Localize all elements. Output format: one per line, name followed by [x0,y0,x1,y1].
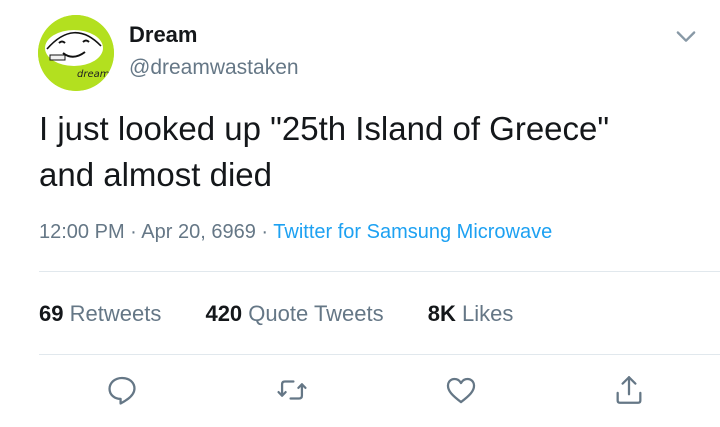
quote-tweets-count: 420 [205,301,243,326]
avatar-label: dream [77,69,110,80]
tweet-text: I just looked up "25th Island of Greece"… [39,110,610,193]
tweet-date[interactable]: Apr 20, 6969 [141,221,256,243]
likes-label: Likes [462,301,514,326]
tweet-time[interactable]: 12:00 PM [39,221,125,243]
retweets-count: 69 [39,301,64,326]
divider [39,271,720,272]
meta-separator: · [130,221,137,243]
retweets-stat[interactable]: 69 Retweets [39,301,161,326]
heart-icon[interactable] [444,373,478,407]
retweet-icon[interactable] [275,373,309,407]
likes-count: 8K [427,301,456,326]
quote-tweets-stat[interactable]: 420 Quote Tweets [205,301,383,326]
divider [39,354,720,355]
chevron-down-icon[interactable] [672,22,700,50]
share-icon[interactable] [612,373,646,407]
tweet-source-link[interactable]: Twitter for Samsung Microwave [273,221,552,243]
display-name[interactable]: Dream [129,22,197,48]
retweets-label: Retweets [69,301,162,326]
tweet-stats: 69 Retweets 420 Quote Tweets 8K Likes [39,301,551,327]
quote-tweets-label: Quote Tweets [248,301,384,326]
avatar[interactable]: dream [38,15,114,91]
user-handle[interactable]: @dreamwastaken [129,56,299,80]
reply-icon[interactable] [105,373,139,407]
meta-separator: · [261,221,269,243]
tweet-meta: 12:00 PM · Apr 20, 6969 · Twitter for Sa… [39,221,552,244]
likes-stat[interactable]: 8K Likes [428,301,514,326]
